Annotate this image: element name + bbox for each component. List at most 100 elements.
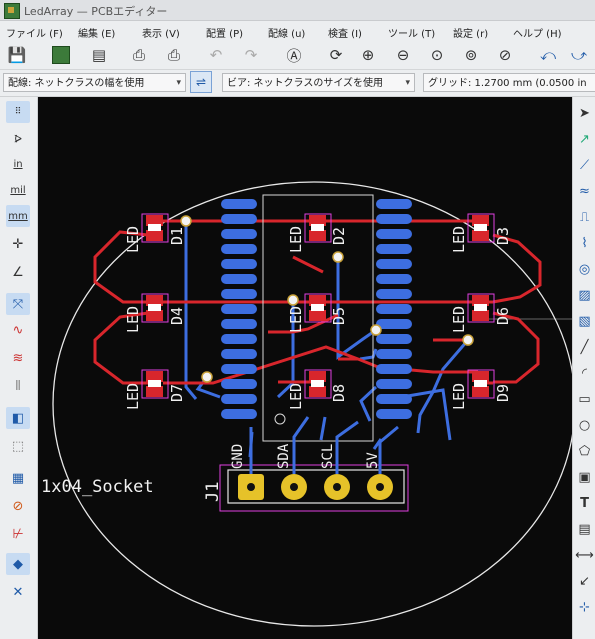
draw-circle-icon[interactable]: ○ bbox=[575, 415, 594, 435]
pcb-board-drawing bbox=[52, 181, 572, 627]
pin-label-5v: 5V bbox=[365, 452, 381, 469]
led-ref-d8: D8 bbox=[330, 383, 348, 402]
units-inches-button[interactable]: in bbox=[6, 153, 30, 175]
route-diff-pair-icon[interactable]: ≈ bbox=[575, 181, 594, 201]
pin-label-sda: SDA bbox=[276, 443, 292, 469]
units-mm-button[interactable]: mm bbox=[6, 205, 30, 227]
plot-icon[interactable]: ⎙ bbox=[163, 44, 185, 66]
connector-reference: J1 bbox=[203, 481, 223, 502]
polar-coords-icon[interactable]: ⦠ bbox=[6, 127, 30, 149]
led-d6 bbox=[467, 293, 495, 323]
draw-rectangle-icon[interactable]: ▭ bbox=[575, 389, 594, 409]
led-d5 bbox=[304, 293, 332, 323]
led-ref-d6: D6 bbox=[494, 306, 512, 325]
outline-mode-icon[interactable]: ⬚ bbox=[6, 435, 30, 457]
menu-place[interactable]: 配置 (P) bbox=[206, 25, 243, 40]
led-ref-d1: D1 bbox=[168, 226, 186, 245]
main-toolbar: 💾 ▤ ⎙ ⎙ ↶ ↷ Ⓐ ⟳ ⊕ ⊖ ⊙ ⊚ ⊘ ⤺ ⤻ bbox=[0, 41, 595, 70]
led-label-d8: LED bbox=[287, 382, 305, 410]
select-arrow-icon[interactable]: ➤ bbox=[575, 103, 594, 123]
add-leader-icon[interactable]: ↙ bbox=[575, 571, 594, 591]
cursor-crosshair-icon[interactable]: ✛ bbox=[6, 233, 30, 255]
ratsnest-icon[interactable]: ⤧ bbox=[6, 293, 30, 315]
pads-outline-icon[interactable]: ⊘ bbox=[6, 495, 30, 517]
save-icon[interactable]: 💾 bbox=[6, 44, 28, 66]
menu-inspect[interactable]: 検査 (I) bbox=[328, 25, 362, 40]
units-mils-button[interactable]: mil bbox=[6, 179, 30, 201]
chevron-down-icon: ▾ bbox=[176, 78, 181, 88]
led-ref-d9: D9 bbox=[494, 383, 512, 402]
kicad-pcb-app-icon bbox=[4, 3, 20, 19]
track-outline-icon[interactable]: ⫴ bbox=[6, 375, 30, 397]
place-anchor-icon[interactable]: ⊹ bbox=[575, 597, 594, 617]
pcb-canvas[interactable]: LED D1 LED D2 LED D3 LED D4 LED D5 LED D… bbox=[38, 97, 572, 639]
add-textbox-icon[interactable]: ▤ bbox=[575, 519, 594, 539]
board-setup-icon[interactable] bbox=[50, 44, 72, 66]
connector-value: 1x04_Socket bbox=[41, 477, 154, 497]
print-icon[interactable]: ⎙ bbox=[128, 44, 150, 66]
zoom-objects-icon[interactable]: ⊚ bbox=[460, 44, 482, 66]
menu-route[interactable]: 配線 (u) bbox=[268, 25, 305, 40]
draw-polygon-icon[interactable]: ⬠ bbox=[575, 441, 594, 461]
add-image-icon[interactable]: ▣ bbox=[575, 467, 594, 487]
highlight-net-icon[interactable]: ↗ bbox=[575, 129, 594, 149]
led-d1 bbox=[141, 213, 169, 243]
add-text-icon[interactable]: T bbox=[575, 493, 594, 513]
led-label-d4: LED bbox=[124, 305, 142, 333]
via-size-value: ビア: ネットクラスのサイズを使用 bbox=[227, 78, 384, 89]
zoom-fit-icon[interactable]: ⊙ bbox=[426, 44, 448, 66]
properties-icon[interactable]: ✕ bbox=[6, 581, 30, 603]
layer-fill-icon[interactable]: ◧ bbox=[6, 407, 30, 429]
menu-help[interactable]: ヘルプ (H) bbox=[513, 25, 562, 40]
track-width-select[interactable]: 配線: ネットクラスの幅を使用 ▾ bbox=[3, 73, 186, 92]
layers-manager-icon[interactable]: ◆ bbox=[6, 553, 30, 575]
tune-skew-icon[interactable]: ⌇ bbox=[575, 233, 594, 253]
menu-tools[interactable]: ツール (T) bbox=[388, 25, 435, 40]
rule-area-icon[interactable]: ▧ bbox=[575, 311, 594, 331]
zoom-in-icon[interactable]: ⊕ bbox=[357, 44, 379, 66]
add-zone-icon[interactable]: ▨ bbox=[575, 285, 594, 305]
auto-track-width-icon[interactable]: ⇌ bbox=[190, 71, 212, 93]
zones-icon[interactable]: ▦ bbox=[6, 467, 30, 489]
led-label-d5: LED bbox=[287, 305, 305, 333]
zoom-out-icon[interactable]: ⊖ bbox=[392, 44, 414, 66]
grid-select[interactable]: グリッド: 1.2700 mm (0.0500 in bbox=[423, 73, 595, 92]
page-settings-icon[interactable]: ▤ bbox=[88, 44, 110, 66]
led-ref-d2: D2 bbox=[330, 226, 348, 245]
menu-file[interactable]: ファイル (F) bbox=[6, 25, 63, 40]
tune-length-icon[interactable]: ⎍ bbox=[575, 207, 594, 227]
high-contrast-icon[interactable]: ≋ bbox=[6, 347, 30, 369]
rotate-ccw-icon[interactable]: ⤺ bbox=[537, 44, 559, 66]
menu-preferences[interactable]: 設定 (r) bbox=[453, 25, 488, 40]
redo-icon[interactable]: ↷ bbox=[240, 44, 262, 66]
via-size-select[interactable]: ビア: ネットクラスのサイズを使用 ▾ bbox=[222, 73, 415, 92]
undo-icon[interactable]: ↶ bbox=[205, 44, 227, 66]
led-ref-d5: D5 bbox=[330, 306, 348, 325]
curved-ratsnest-icon[interactable]: ∿ bbox=[6, 319, 30, 341]
led-label-d6: LED bbox=[450, 305, 468, 333]
draw-line-icon[interactable]: ╱ bbox=[575, 337, 594, 357]
ic-pin1-marker bbox=[274, 413, 286, 425]
rotate-cw-icon[interactable]: ⤻ bbox=[568, 44, 590, 66]
led-d8 bbox=[304, 369, 332, 399]
chevron-down-icon: ▾ bbox=[405, 78, 410, 88]
angle-45-icon[interactable]: ∠ bbox=[6, 261, 30, 283]
refresh-icon[interactable]: ⟳ bbox=[325, 44, 347, 66]
find-icon[interactable]: Ⓐ bbox=[283, 44, 305, 66]
add-via-icon[interactable]: ◎ bbox=[575, 259, 594, 279]
ic-right-pads bbox=[376, 199, 412, 419]
route-track-icon[interactable]: ⟋ bbox=[575, 155, 594, 175]
vias-outline-icon[interactable]: ⊬ bbox=[6, 523, 30, 545]
menu-edit[interactable]: 編集 (E) bbox=[78, 25, 115, 40]
zoom-selection-icon[interactable]: ⊘ bbox=[494, 44, 516, 66]
led-label-d7: LED bbox=[124, 382, 142, 410]
menu-bar: ファイル (F) 編集 (E) 表示 (V) 配置 (P) 配線 (u) 検査 … bbox=[0, 21, 595, 41]
add-dimension-icon[interactable]: ⟷ bbox=[575, 545, 594, 565]
menu-view[interactable]: 表示 (V) bbox=[142, 25, 180, 40]
led-label-d9: LED bbox=[450, 382, 468, 410]
pin-label-gnd: GND bbox=[230, 443, 246, 469]
draw-arc-icon[interactable]: ◜ bbox=[575, 363, 594, 383]
led-d4 bbox=[141, 293, 169, 323]
grid-toggle-icon[interactable]: ⠿ bbox=[6, 101, 30, 123]
window-title: LedArray — PCBエディター bbox=[24, 5, 168, 18]
